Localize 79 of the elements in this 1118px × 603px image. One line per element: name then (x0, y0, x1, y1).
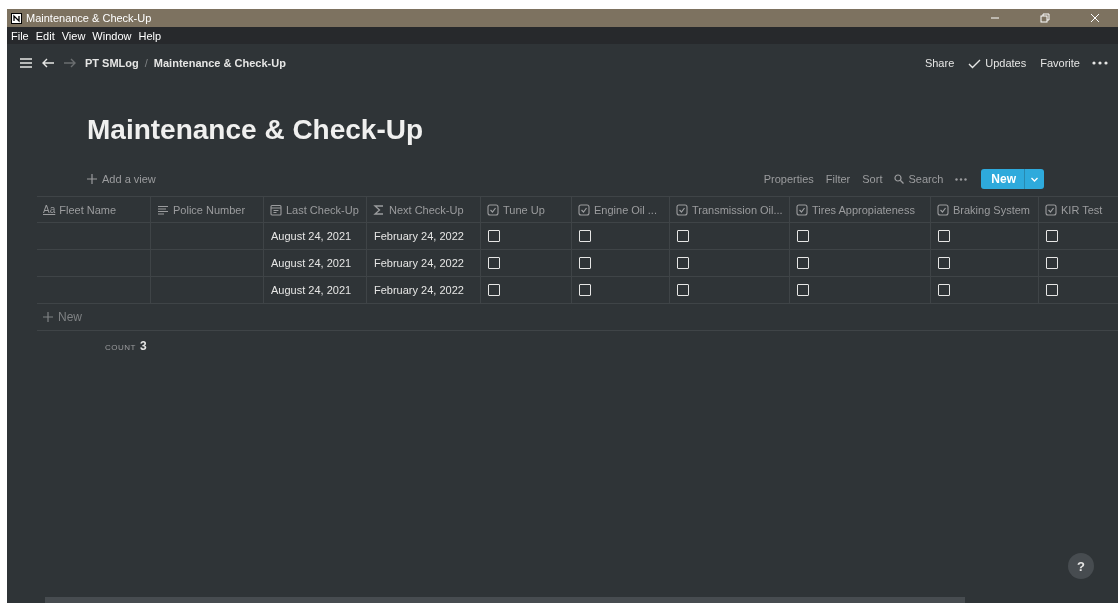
checkbox[interactable] (797, 257, 809, 269)
checkbox[interactable] (938, 230, 950, 242)
topbar-button[interactable]: Share (924, 57, 955, 69)
topbar-button[interactable]: Favorite (1040, 57, 1080, 69)
window-title: Maintenance & Check-Up (26, 12, 153, 24)
text-type-icon: Aa (43, 204, 56, 215)
column-header[interactable]: Transmission Oil... (670, 196, 790, 223)
app-logo-icon (11, 12, 22, 24)
help-button[interactable]: ? (1068, 553, 1094, 579)
breadcrumb-link[interactable]: Maintenance & Check-Up (153, 57, 286, 69)
search-icon (894, 174, 905, 184)
close-icon[interactable] (1090, 13, 1100, 23)
table-cell: February 24, 2022 (367, 250, 481, 277)
search-button[interactable]: Search (894, 173, 944, 185)
count-value: 3 (139, 339, 147, 353)
scrollbar[interactable] (45, 597, 965, 603)
add-view-button[interactable]: Add a view (87, 173, 156, 185)
menu-icon[interactable] (19, 56, 33, 70)
column-header[interactable]: Tune Up (481, 196, 572, 223)
checkbox[interactable] (579, 230, 591, 242)
column-header[interactable]: Braking System (931, 196, 1039, 223)
checkbox[interactable] (677, 257, 689, 269)
count-label: COUNT (105, 343, 136, 352)
button-label: Updates (985, 57, 1027, 69)
checkbox-icon (487, 203, 499, 216)
column-header[interactable]: Last Check-Up (264, 196, 367, 223)
checkbox[interactable] (1046, 284, 1058, 296)
checkbox[interactable] (938, 257, 950, 269)
checkbox[interactable] (1046, 230, 1058, 242)
restore-icon[interactable] (1040, 13, 1050, 23)
page-title: Maintenance & Check-Up (87, 114, 425, 147)
breadcrumb-link[interactable]: PT SMLog (85, 57, 139, 69)
checkbox-icon (676, 203, 688, 216)
more-icon[interactable] (1092, 61, 1108, 65)
new-row-button[interactable]: New (43, 310, 82, 324)
column-header[interactable]: KIR Test (1039, 196, 1118, 223)
column-header[interactable]: Engine Oil ... (572, 196, 670, 223)
menu-item[interactable]: Help (138, 29, 162, 42)
menu-item[interactable]: File (11, 29, 29, 42)
table-cell: August 24, 2021 (264, 277, 367, 304)
table-cell: August 24, 2021 (264, 223, 367, 250)
checkbox[interactable] (938, 284, 950, 296)
toolbar-button[interactable]: Filter (825, 173, 851, 185)
toolbar-button[interactable]: Sort (862, 173, 883, 185)
checkbox[interactable] (677, 230, 689, 242)
plus-icon (87, 174, 97, 184)
menu-item[interactable]: View (61, 29, 86, 42)
column-header[interactable]: Next Check-Up (367, 196, 481, 223)
checkbox-icon (937, 203, 949, 216)
checkbox-icon (578, 203, 590, 216)
forward-arrow-icon[interactable] (63, 56, 77, 70)
checkbox[interactable] (677, 284, 689, 296)
plus-icon (43, 312, 53, 322)
toolbar-button[interactable]: Properties (763, 173, 814, 185)
more-icon[interactable] (955, 177, 968, 181)
menu-item[interactable]: Window (92, 29, 132, 42)
checkbox[interactable] (488, 230, 500, 242)
calendar-icon (270, 203, 282, 216)
table-cell: August 24, 2021 (264, 250, 367, 277)
checkbox[interactable] (1046, 257, 1058, 269)
checkbox-icon (796, 203, 808, 216)
checkbox[interactable] (488, 284, 500, 296)
column-header[interactable]: Tires Appropiateness (790, 196, 931, 223)
back-arrow-icon[interactable] (41, 56, 55, 70)
updates-button[interactable]: Updates (968, 56, 1027, 70)
column-header[interactable]: Police Number (151, 196, 264, 223)
checkbox[interactable] (488, 257, 500, 269)
column-header[interactable]: Aa Fleet Name (37, 196, 151, 223)
checkbox[interactable] (797, 284, 809, 296)
text-lines-icon (157, 203, 169, 216)
table-cell: February 24, 2022 (367, 223, 481, 250)
checkbox[interactable] (797, 230, 809, 242)
checkbox[interactable] (579, 257, 591, 269)
sigma-icon (373, 203, 385, 216)
table-cell: February 24, 2022 (367, 277, 481, 304)
menu-item[interactable]: Edit (35, 29, 55, 42)
checkbox-icon (1045, 203, 1057, 216)
checkbox[interactable] (579, 284, 591, 296)
breadcrumb-separator: / (144, 57, 148, 69)
